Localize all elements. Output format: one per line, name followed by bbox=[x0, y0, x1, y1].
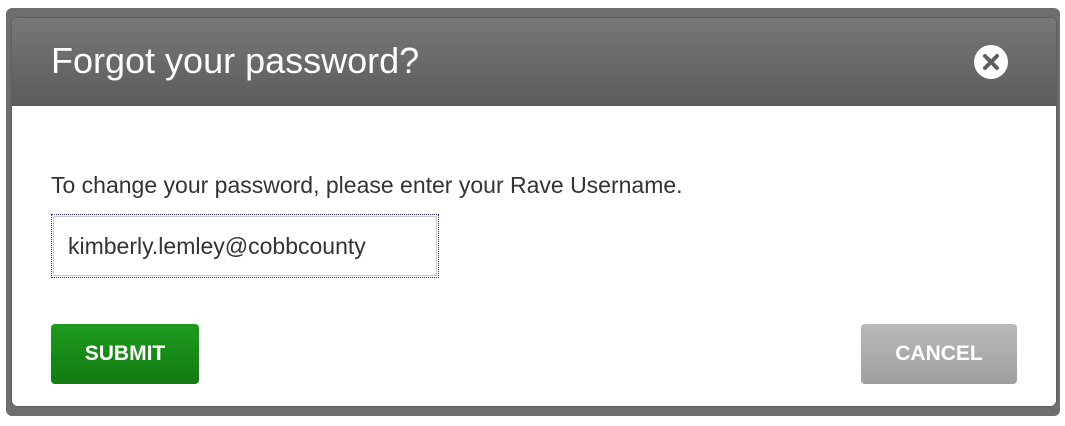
close-button[interactable] bbox=[974, 45, 1008, 79]
submit-button[interactable]: SUBMIT bbox=[51, 324, 199, 384]
dialog-header: Forgot your password? bbox=[12, 18, 1056, 106]
dialog-body: To change your password, please enter yo… bbox=[12, 106, 1056, 406]
username-input[interactable] bbox=[51, 214, 439, 278]
dialog-title: Forgot your password? bbox=[51, 40, 420, 81]
forgot-password-dialog: Forgot your password? To change your pas… bbox=[12, 18, 1056, 406]
instructions-text: To change your password, please enter yo… bbox=[51, 172, 683, 198]
close-icon bbox=[983, 54, 999, 70]
cancel-button[interactable]: CANCEL bbox=[861, 324, 1017, 384]
